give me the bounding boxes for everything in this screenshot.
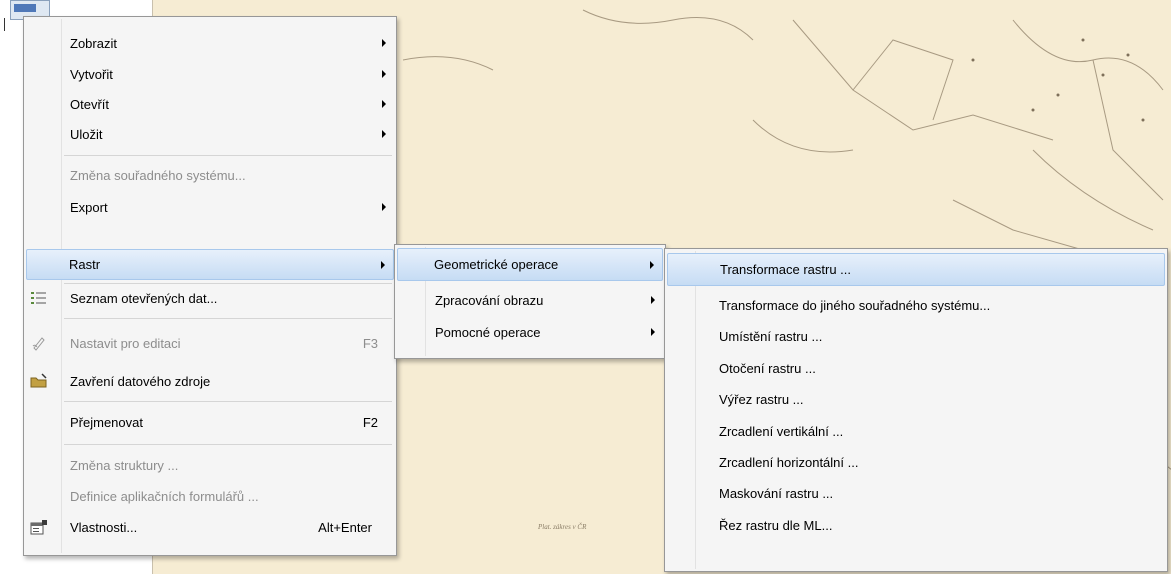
menu-item-label: Zavření datového zdroje — [70, 374, 211, 389]
submenu-arrow-icon — [382, 203, 386, 211]
menu-item-label: Vytvořit — [70, 67, 113, 82]
geometry-submenu: Transformace rastru ... Transformace do … — [664, 248, 1168, 572]
menu-item-label: Změna struktury ... — [70, 458, 179, 473]
menu-item-label: Vlastnosti... — [70, 520, 138, 535]
submenu-arrow-icon — [381, 261, 385, 269]
menu-item-label: Výřez rastru ... — [719, 392, 804, 407]
menu-item-label: Zobrazit — [70, 36, 117, 51]
menu-item-label: Export — [70, 200, 108, 215]
menu-item-prejmenovat[interactable]: Přejmenovat F2 — [26, 407, 394, 438]
menu-item-export[interactable]: Export — [26, 192, 394, 223]
menu-item-transformace-jiny-system[interactable]: Transformace do jiného souřadného systém… — [667, 290, 1165, 321]
menu-item-label: Zrcadlení vertikální ... — [719, 424, 844, 439]
menu-item-shortcut: F2 — [362, 415, 378, 430]
folder-close-icon — [30, 372, 48, 390]
menu-item-zmena-struktury[interactable]: Změna struktury ... — [26, 450, 394, 481]
menu-item-label: Rastr — [69, 257, 101, 272]
menu-item-shortcut: F3 — [362, 336, 378, 351]
menu-item-label: Transformace do jiného souřadného systém… — [719, 298, 991, 313]
menu-item-label: Maskování rastru ... — [719, 486, 834, 501]
menu-item-nastavit-pro-editaci[interactable]: Nastavit pro editaci F3 — [26, 328, 394, 359]
menu-item-zobrazit[interactable]: Zobrazit — [26, 28, 394, 59]
menu-item-label: Umístění rastru ... — [719, 329, 823, 344]
menu-item-label: Geometrické operace — [434, 257, 559, 272]
menu-item-label: Otevřít — [70, 97, 110, 112]
menu-item-geometricke-operace[interactable]: Geometrické operace — [397, 248, 663, 281]
raster-submenu: Geometrické operace Zpracování obrazu Po… — [394, 244, 666, 359]
menu-item-zrcadleni-horizontalni[interactable]: Zrcadlení horizontální ... — [667, 447, 1165, 478]
menu-item-label: Řez rastru dle ML... — [719, 518, 833, 533]
submenu-arrow-icon — [382, 100, 386, 108]
menu-item-rez-rastru-dle-ml[interactable]: Řez rastru dle ML... — [667, 510, 1165, 541]
menu-item-label: Definice aplikačních formulářů ... — [70, 489, 259, 504]
menu-item-otoceni-rastru[interactable]: Otočení rastru ... — [667, 353, 1165, 384]
edit-pen-icon — [30, 334, 48, 352]
menu-item-zrcadleni-vertikalni[interactable]: Zrcadlení vertikální ... — [667, 416, 1165, 447]
menu-item-vytvorit[interactable]: Vytvořit — [26, 59, 394, 90]
menu-separator — [64, 401, 392, 402]
menu-item-definice-formularu[interactable]: Definice aplikačních formulářů ... — [26, 481, 394, 512]
submenu-arrow-icon — [651, 296, 655, 304]
menu-separator — [64, 318, 392, 319]
menu-item-zavreni-datoveho-zdroje[interactable]: Zavření datového zdroje — [26, 366, 394, 397]
menu-item-vlastnosti[interactable]: Vlastnosti... Alt+Enter — [26, 512, 394, 543]
menu-item-maskovani-rastru[interactable]: Maskování rastru ... — [667, 478, 1165, 509]
menu-item-transformace-rastru[interactable]: Transformace rastru ... — [667, 253, 1165, 286]
map-note: Plat. zákres v ČR — [538, 523, 587, 531]
menu-item-label: Zpracování obrazu — [435, 292, 544, 308]
properties-icon — [30, 518, 48, 536]
submenu-arrow-icon — [650, 261, 654, 269]
menu-item-otevrit[interactable]: Otevřít — [26, 89, 394, 120]
menu-item-label: Seznam otevřených dat... — [70, 291, 218, 306]
menu-item-rastr[interactable]: Rastr — [26, 249, 394, 280]
menu-item-label: Nastavit pro editaci — [70, 336, 181, 351]
tree-line — [4, 18, 5, 31]
menu-item-label: Změna souřadného systému... — [70, 168, 246, 183]
menu-item-ulozit[interactable]: Uložit — [26, 119, 394, 150]
menu-item-label: Uložit — [70, 127, 103, 142]
menu-item-zpracovani-obrazu[interactable]: Zpracování obrazu — [397, 285, 663, 315]
menu-item-umisteni-rastru[interactable]: Umístění rastru ... — [667, 321, 1165, 352]
menu-item-label: Otočení rastru ... — [719, 361, 816, 376]
submenu-arrow-icon — [382, 130, 386, 138]
menu-item-shortcut: Alt+Enter — [318, 520, 372, 535]
submenu-arrow-icon — [382, 39, 386, 47]
menu-item-label: Pomocné operace — [435, 324, 541, 340]
submenu-arrow-icon — [382, 70, 386, 78]
submenu-arrow-icon — [651, 328, 655, 336]
menu-item-pomocne-operace[interactable]: Pomocné operace — [397, 317, 663, 347]
context-menu: Zobrazit Vytvořit Otevřít Uložit Změna s… — [23, 16, 397, 556]
menu-separator — [64, 155, 392, 156]
menu-item-label: Zrcadlení horizontální ... — [719, 455, 859, 470]
menu-item-seznam-otevrenych-dat[interactable]: Seznam otevřených dat... — [26, 283, 394, 314]
menu-item-zmena-souradneho-systemu[interactable]: Změna souřadného systému... — [26, 160, 394, 191]
menu-item-vyrez-rastru[interactable]: Výřez rastru ... — [667, 384, 1165, 415]
list-icon — [30, 289, 48, 307]
menu-separator — [64, 444, 392, 445]
menu-item-label: Přejmenovat — [70, 415, 143, 430]
menu-item-label: Transformace rastru ... — [720, 262, 851, 277]
